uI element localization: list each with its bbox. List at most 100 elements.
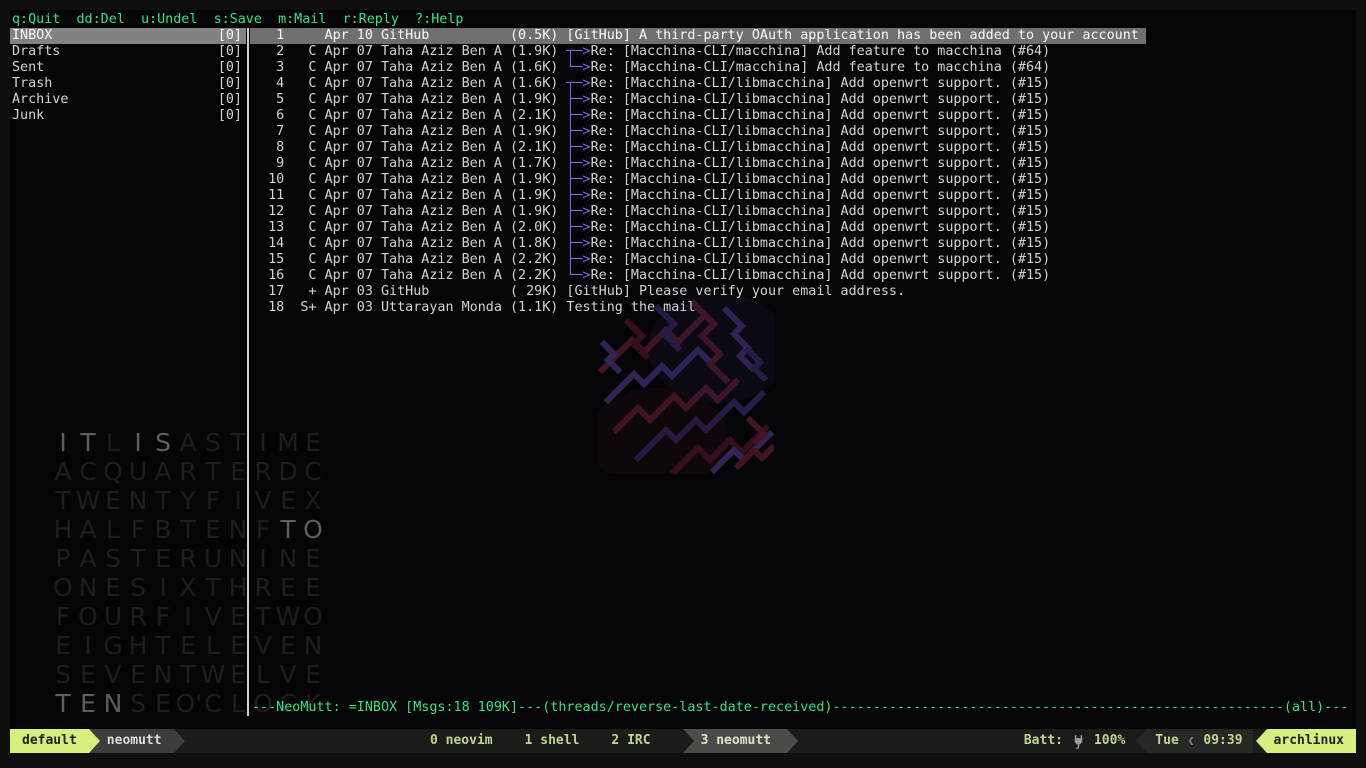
mail-subject: Re: [Macchina-CLI/libmacchina] Add openw…	[591, 140, 1051, 155]
time-label: 09:39	[1203, 729, 1242, 753]
power-plug-icon	[1071, 734, 1086, 749]
mailbox-name: INBOX	[12, 28, 52, 44]
clock-section: Tue ❮ 09:39	[1147, 729, 1252, 753]
mail-subject: Testing the mail	[566, 300, 695, 315]
mail-row-meta: 4 C Apr 07 Taha Aziz Ben A (1.6K)	[252, 76, 566, 91]
tmux-window-list: 0 neovim 1 shell 2 IRC 3 neomutt	[430, 729, 787, 753]
mailbox-name: Drafts	[12, 44, 60, 60]
mailbox-count: [0]	[218, 28, 242, 44]
tmux-status-bar: default neomutt 0 neovim 1 shell 2 IRC 3 ne…	[10, 729, 1356, 753]
tmux-window-0-neovim[interactable]: 0 neovim	[430, 729, 493, 753]
mail-row-meta: 11 C Apr 07 Taha Aziz Ben A (1.9K)	[252, 188, 566, 203]
thread-tree-icon: ├─>	[566, 188, 590, 203]
mail-subject: [GitHub] A third-party OAuth application…	[566, 28, 1138, 43]
sidebar-item-junk[interactable]: Junk [0]	[10, 108, 246, 124]
mail-row-meta: 12 C Apr 07 Taha Aziz Ben A (1.9K)	[252, 204, 566, 219]
mail-row-meta: 2 C Apr 07 Taha Aziz Ben A (1.9K)	[252, 44, 566, 59]
sidebar-item-trash[interactable]: Trash [0]	[10, 76, 246, 92]
mailbox-count: [0]	[218, 60, 242, 76]
mail-row[interactable]: 14 C Apr 07 Taha Aziz Ben A (1.8K) ├─>Re…	[250, 236, 1356, 252]
terminal-window: ITLISASTIMEACQUARTERDCTWENTYFIVEXHALFBTE…	[10, 10, 1356, 729]
tmux-window-2-irc[interactable]: 2 IRC	[611, 729, 650, 753]
mail-row[interactable]: 16 C Apr 07 Taha Aziz Ben A (2.2K) └─>Re…	[250, 268, 1356, 284]
mail-row[interactable]: 15 C Apr 07 Taha Aziz Ben A (2.2K) ├─>Re…	[250, 252, 1356, 268]
mail-row[interactable]: 13 C Apr 07 Taha Aziz Ben A (2.0K) ├─>Re…	[250, 220, 1356, 236]
mail-row[interactable]: 2 C Apr 07 Taha Aziz Ben A (1.9K) ┬─>Re:…	[250, 44, 1356, 60]
mailbox-name: Trash	[12, 76, 52, 92]
mail-row[interactable]: 4 C Apr 07 Taha Aziz Ben A (1.6K) ┬─>Re:…	[250, 76, 1356, 92]
thread-tree-icon: ├─>	[566, 172, 590, 187]
mailbox-name: Sent	[12, 60, 44, 76]
thread-tree-icon: ┬─>	[566, 76, 590, 91]
mail-row-meta: 13 C Apr 07 Taha Aziz Ben A (2.0K)	[252, 220, 566, 235]
battery-percent: 100%	[1094, 729, 1125, 753]
mail-row[interactable]: 1 Apr 10 GitHub (0.5K) [GitHub] A third-…	[250, 28, 1146, 44]
menu-item-mail[interactable]: m:Mail	[278, 12, 326, 27]
day-label: Tue	[1155, 729, 1178, 753]
tmux-session-chip: default	[10, 729, 89, 753]
mail-row-meta: 6 C Apr 07 Taha Aziz Ben A (2.1K)	[252, 108, 566, 123]
mail-row-meta: 3 C Apr 07 Taha Aziz Ben A (1.6K)	[252, 60, 566, 75]
mail-row[interactable]: 3 C Apr 07 Taha Aziz Ben A (1.6K) └─>Re:…	[250, 60, 1356, 76]
menu-item-quit[interactable]: q:Quit	[12, 12, 60, 27]
mail-row[interactable]: 8 C Apr 07 Taha Aziz Ben A (2.1K) ├─>Re:…	[250, 140, 1356, 156]
tmux-window-3-neomutt[interactable]: 3 neomutt	[683, 729, 787, 753]
mail-subject: [GitHub] Please verify your email addres…	[566, 284, 905, 299]
sidebar-item-drafts[interactable]: Drafts [0]	[10, 44, 246, 60]
mail-subject: Re: [Macchina-CLI/macchina] Add feature …	[591, 44, 1051, 59]
menu-item-reply[interactable]: r:Reply	[343, 12, 399, 27]
thread-tree-icon: ├─>	[566, 204, 590, 219]
menu-item-save[interactable]: s:Save	[214, 12, 262, 27]
mailbox-count: [0]	[218, 108, 242, 124]
mail-subject: Re: [Macchina-CLI/libmacchina] Add openw…	[591, 204, 1051, 219]
menu-item-del[interactable]: dd:Del	[77, 12, 125, 27]
mail-subject: Re: [Macchina-CLI/libmacchina] Add openw…	[591, 76, 1051, 91]
mail-subject: Re: [Macchina-CLI/libmacchina] Add openw…	[591, 92, 1051, 107]
sidebar-item-archive[interactable]: Archive[0]	[10, 92, 246, 108]
mailbox-count: [0]	[218, 44, 242, 60]
mail-row-meta: 16 C Apr 07 Taha Aziz Ben A (2.2K)	[252, 268, 566, 283]
tmux-pane-title: neomutt	[89, 729, 174, 753]
sidebar-item-sent[interactable]: Sent [0]	[10, 60, 246, 76]
mail-row[interactable]: 9 C Apr 07 Taha Aziz Ben A (1.7K) ├─>Re:…	[250, 156, 1356, 172]
sidebar-divider	[247, 28, 249, 716]
mailbox-sidebar: INBOX[0]Drafts[0]Sent[0]Trash[0]Archive[…	[10, 28, 246, 124]
mail-row[interactable]: 7 C Apr 07 Taha Aziz Ben A (1.9K) ├─>Re:…	[250, 124, 1356, 140]
mail-row[interactable]: 5 C Apr 07 Taha Aziz Ben A (1.9K) ├─>Re:…	[250, 92, 1356, 108]
thread-tree-icon: ┬─>	[566, 44, 590, 59]
mail-subject: Re: [Macchina-CLI/libmacchina] Add openw…	[591, 156, 1051, 171]
mail-row[interactable]: 12 C Apr 07 Taha Aziz Ben A (1.9K) ├─>Re…	[250, 204, 1356, 220]
menu-item-undel[interactable]: u:Undel	[141, 12, 197, 27]
mail-subject: Re: [Macchina-CLI/libmacchina] Add openw…	[591, 124, 1051, 139]
mail-subject: Re: [Macchina-CLI/libmacchina] Add openw…	[591, 252, 1051, 267]
menu-item-help[interactable]: ?:Help	[415, 12, 463, 27]
mailbox-name: Archive	[12, 92, 68, 108]
thread-tree-icon: ├─>	[566, 236, 590, 251]
thread-tree-icon: ├─>	[566, 156, 590, 171]
neomutt-status-bar: ---NeoMutt: =INBOX [Msgs:18 109K]---(thr…	[250, 700, 1348, 716]
mail-row-meta: 9 C Apr 07 Taha Aziz Ben A (1.7K)	[252, 156, 566, 171]
mail-row-meta: 15 C Apr 07 Taha Aziz Ben A (2.2K)	[252, 252, 566, 267]
mail-row-meta: 18 S+ Apr 03 Uttarayan Monda (1.1K)	[252, 300, 566, 315]
mail-index: 1 Apr 10 GitHub (0.5K) [GitHub] A third-…	[250, 28, 1356, 316]
thread-tree-icon: ├─>	[566, 92, 590, 107]
mail-row[interactable]: 6 C Apr 07 Taha Aziz Ben A (2.1K) ├─>Re:…	[250, 108, 1356, 124]
mail-row-meta: 10 C Apr 07 Taha Aziz Ben A (1.9K)	[252, 172, 566, 187]
sidebar-item-inbox[interactable]: INBOX [0]	[10, 28, 246, 44]
thread-tree-icon: ├─>	[566, 124, 590, 139]
mailbox-name: Junk	[12, 108, 44, 124]
mail-subject: Re: [Macchina-CLI/libmacchina] Add openw…	[591, 108, 1051, 123]
mailbox-count: [0]	[218, 76, 242, 92]
hostname-chip: archlinux	[1267, 729, 1356, 753]
battery-label: Batt:	[1024, 729, 1063, 753]
tmux-window-1-shell[interactable]: 1 shell	[525, 729, 580, 753]
chevron-left-icon: ❮	[1188, 729, 1195, 753]
mail-row[interactable]: 10 C Apr 07 Taha Aziz Ben A (1.9K) ├─>Re…	[250, 172, 1356, 188]
mail-row-meta: 1 Apr 10 GitHub (0.5K)	[252, 28, 566, 43]
mail-row-meta: 7 C Apr 07 Taha Aziz Ben A (1.9K)	[252, 124, 566, 139]
mail-row[interactable]: 18 S+ Apr 03 Uttarayan Monda (1.1K) Test…	[250, 300, 1356, 316]
desktop: ITLISASTIMEACQUARTERDCTWENTYFIVEXHALFBTE…	[0, 0, 1366, 768]
thread-tree-icon: ├─>	[566, 108, 590, 123]
mail-row[interactable]: 11 C Apr 07 Taha Aziz Ben A (1.9K) ├─>Re…	[250, 188, 1356, 204]
mail-row[interactable]: 17 + Apr 03 GitHub ( 29K) [GitHub] Pleas…	[250, 284, 1356, 300]
